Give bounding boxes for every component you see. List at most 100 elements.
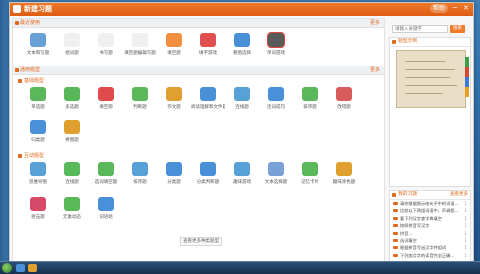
exercise-type-tile[interactable]: 改错题: [327, 85, 361, 115]
exercise-count: 1: [464, 215, 467, 221]
exercise-badge-icon: [393, 239, 398, 243]
exercise-badge-icon: [393, 202, 398, 205]
interactive-tiles-row-2: 射击题 元素动态 词语组: [21, 195, 123, 225]
tile-label: 分类题: [167, 180, 181, 185]
my-exercise-item[interactable]: 按照拼音写汉字 1: [393, 222, 467, 229]
my-exercises-more-link[interactable]: 查看更多: [450, 191, 468, 199]
question-icon: [98, 87, 114, 101]
exercise-type-tile[interactable]: 分类题: [157, 160, 191, 190]
exercise-type-tile[interactable]: 单词游戏: [259, 31, 293, 61]
tile-label: 填空题: [167, 51, 181, 56]
exercise-type-tile[interactable]: 归类题: [21, 118, 55, 148]
exercise-type-tile[interactable]: 思维导图: [21, 160, 55, 190]
taskbar-app-icon[interactable]: [16, 264, 25, 272]
tile-label: 作文题: [167, 105, 181, 110]
tile-label: 选词填空题: [94, 180, 118, 185]
tile-label: 填空题: [99, 105, 113, 110]
view-more-types-button[interactable]: 查看更多种类题型: [180, 237, 222, 246]
exercise-type-tile[interactable]: 阅读理解和文件题: [191, 85, 225, 115]
word-icon: [64, 33, 80, 47]
exercise-type-tile[interactable]: 书写题: [89, 31, 123, 61]
exercise-type-tile[interactable]: 排序题: [293, 85, 327, 115]
ab-icon: [166, 162, 182, 176]
common-section-header: 通用题型 更多: [13, 66, 384, 75]
tile-label: 文本选择题: [264, 180, 288, 185]
tile-label: 判断题: [133, 105, 147, 110]
game-icon: [267, 32, 285, 48]
help-button[interactable]: 帮助: [429, 4, 448, 13]
multi-choice-icon: [64, 87, 80, 101]
exercise-type-tile[interactable]: 填空题编辑写题: [123, 31, 157, 61]
exercise-title: 按照拼音写汉字: [400, 223, 430, 229]
exercise-type-tile[interactable]: 连词成句: [259, 85, 293, 115]
write-icon: [98, 33, 114, 47]
exercise-count: 1: [464, 230, 467, 236]
exercise-type-tile[interactable]: 组词题: [55, 31, 89, 61]
search-button[interactable]: 搜索: [450, 25, 465, 33]
exercise-type-tile[interactable]: 单选题: [21, 85, 55, 115]
exercise-type-tile[interactable]: 词语组: [89, 195, 123, 225]
exercise-type-tile[interactable]: 文本和写题: [21, 31, 55, 61]
my-exercises-title: 我的习题: [398, 192, 418, 197]
start-button[interactable]: [2, 263, 12, 273]
exercise-type-tile[interactable]: 趣味游戏: [225, 160, 259, 190]
exercise-type-tile[interactable]: 文本选择题: [259, 160, 293, 190]
exercise-type-tile[interactable]: 选词填空题: [89, 160, 123, 190]
exercise-type-tile[interactable]: 填空题: [89, 85, 123, 115]
exercise-title: 拼音…: [400, 230, 413, 236]
exercise-type-tile[interactable]: 趣味涂色题: [327, 160, 361, 190]
my-exercise-item[interactable]: 请你根据图示给句子中的词语… 1: [393, 200, 467, 207]
exercise-title: 请你根据图示给句子中的词语…: [400, 201, 459, 206]
exercise-type-tile[interactable]: 判断题: [123, 85, 157, 115]
my-exercise-item[interactable]: 根据拼音写出汉字并组词 1: [393, 244, 467, 251]
tile-label: 单词游戏: [267, 51, 285, 56]
exercise-badge-icon: [393, 253, 398, 257]
tile-label: 思维导图: [29, 180, 47, 185]
tile-label: 看图选择: [233, 51, 251, 56]
exercise-type-tile[interactable]: 多选题: [55, 85, 89, 115]
exercise-type-tile[interactable]: 填空题: [157, 31, 191, 61]
exercise-type-tile[interactable]: 连线题: [55, 160, 89, 190]
exercise-type-tile[interactable]: 射击题: [21, 195, 55, 225]
exercise-type-tile[interactable]: 看图选择: [225, 31, 259, 61]
my-exercises-list: 请你根据图示给句子中的词语… 1 比较以下两组词语中，声调相… 1 看下列汉字查字典填空…: [390, 200, 470, 259]
exercise-type-tile[interactable]: 排序题: [123, 160, 157, 190]
taskbar-app-icon[interactable]: [28, 264, 37, 272]
exercise-title: 选词填空: [400, 238, 417, 244]
exercise-type-tile[interactable]: 元素动态: [55, 195, 89, 225]
puzzle-icon: [64, 120, 80, 134]
exercise-count: 1: [464, 208, 467, 214]
my-exercise-item[interactable]: 拼音… 1: [393, 230, 467, 237]
exercise-type-tile[interactable]: 拼图题: [55, 118, 89, 148]
exercise-type-tile[interactable]: 分类判断题: [191, 160, 225, 190]
tile-label: 排序题: [133, 180, 147, 185]
taskbar: [0, 261, 480, 274]
connect-icon: [64, 162, 80, 176]
interactive-tiles-row-1: 思维导图 连线题 选词填空题 排序题 分类题 分类判断题 趣味游戏 文本选择题 记忆卡片 趣味涂色…: [21, 160, 361, 190]
bar-chart-icon: [30, 120, 46, 134]
exercise-type-tile[interactable]: 记忆卡片: [293, 160, 327, 190]
my-exercise-item[interactable]: 看下列汉字查字典填空 1: [393, 215, 467, 222]
my-exercise-item[interactable]: 比较以下两组词语中，声调相… 1: [393, 207, 467, 214]
exercise-type-tile[interactable]: 作文题: [157, 85, 191, 115]
preview-panel: 题型示例 编辑 确定: [389, 37, 471, 198]
exercise-type-tile[interactable]: 连线题: [225, 85, 259, 115]
search-input[interactable]: [392, 25, 448, 33]
right-sidebar: 搜索 题型示例 编辑 确定 我的习题 查看更多 请你根: [386, 18, 471, 266]
tile-label: 归类题: [31, 138, 45, 143]
common-section-title: 通用题型: [20, 67, 41, 73]
minimize-button[interactable]: ─: [451, 4, 459, 13]
preview-image: [396, 50, 469, 108]
judge-icon: [132, 87, 148, 101]
interactive-types-label: 互动题型: [18, 152, 44, 159]
recent-more-link[interactable]: 更多: [370, 19, 380, 27]
my-exercise-item[interactable]: 下列加点字的读音完全正确… 1: [393, 252, 467, 259]
tile-label: 射击题: [31, 215, 45, 220]
title-bar[interactable]: 新建习题 帮助 ─ ✕: [10, 3, 473, 16]
my-exercise-item[interactable]: 选词填空 1: [393, 237, 467, 244]
exercise-type-tile[interactable]: 填字游戏: [191, 31, 225, 61]
pen-icon: [166, 87, 182, 101]
paint-icon: [336, 162, 352, 176]
common-more-link[interactable]: 更多: [370, 66, 380, 74]
close-button[interactable]: ✕: [462, 4, 470, 13]
